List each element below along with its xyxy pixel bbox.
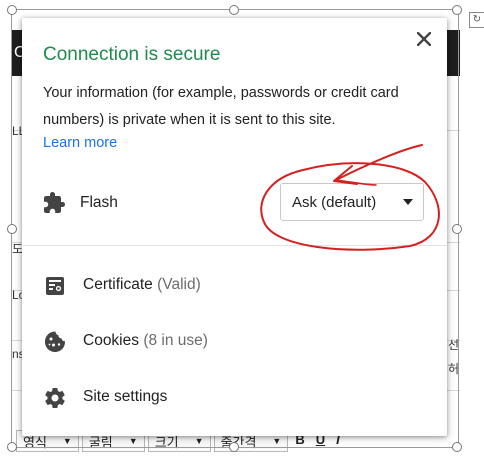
certificate-icon <box>46 277 64 295</box>
dropdown-arrow-icon <box>403 199 413 205</box>
site-settings-item[interactable]: Site settings <box>22 374 447 422</box>
certificate-item[interactable]: Certificate (Valid) <box>22 262 447 310</box>
gear-icon <box>45 388 65 409</box>
close-icon <box>417 32 431 46</box>
section-divider <box>22 245 447 246</box>
learn-more-link[interactable]: Learn more <box>43 135 117 151</box>
certificate-status: (Valid) <box>157 276 201 293</box>
resize-handle[interactable] <box>7 442 17 452</box>
resize-handle[interactable] <box>7 224 17 234</box>
certificate-label: Certificate <box>83 276 153 293</box>
resize-handle[interactable] <box>452 224 462 234</box>
cookies-text: Cookies (8 in use) <box>83 332 208 350</box>
resize-handle[interactable] <box>7 5 17 15</box>
resize-handle[interactable] <box>452 442 462 452</box>
resize-handle[interactable] <box>229 442 239 452</box>
puzzle-piece-icon <box>44 192 65 213</box>
flash-permission-select[interactable]: Ask (default) <box>280 183 424 221</box>
cookies-count: (8 in use) <box>143 332 208 349</box>
connection-description: Your information (for example, passwords… <box>43 85 399 128</box>
flash-permission-value: Ask (default) <box>292 194 377 211</box>
resize-handle[interactable] <box>452 5 462 15</box>
layout-options-icon[interactable]: ↻ <box>469 12 484 28</box>
site-info-popup: Connection is secure Your information (f… <box>22 18 447 436</box>
resize-handle[interactable] <box>229 5 239 15</box>
flash-label: Flash <box>80 194 118 211</box>
flash-permission-row: Flash Ask (default) <box>40 183 430 223</box>
close-button[interactable] <box>413 28 435 50</box>
popup-title: Connection is secure <box>43 44 221 65</box>
cookie-icon <box>45 331 65 352</box>
cookies-label: Cookies <box>83 332 139 349</box>
certificate-text: Certificate (Valid) <box>83 276 201 294</box>
site-settings-label: Site settings <box>83 388 168 405</box>
cookies-item[interactable]: Cookies (8 in use) <box>22 318 447 366</box>
